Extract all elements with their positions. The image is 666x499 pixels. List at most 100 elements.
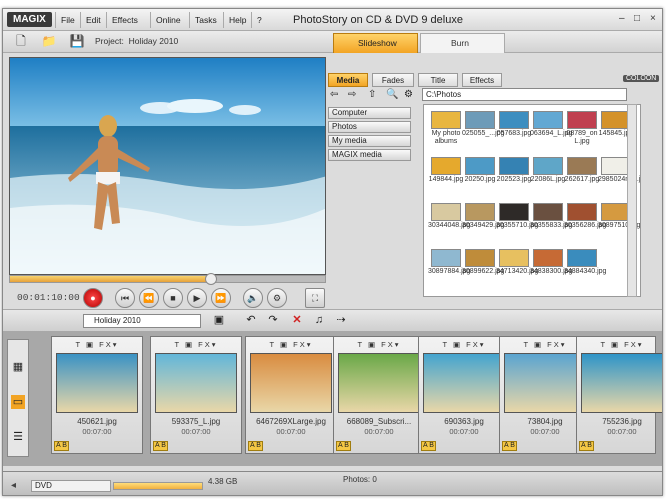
file-thumbnail[interactable]: 057683.jpg	[496, 111, 532, 138]
file-thumbnail[interactable]: My photo albums	[428, 111, 464, 146]
path-field[interactable]: C:\Photos	[422, 88, 627, 101]
fullscreen-button[interactable]: ⛶	[305, 288, 325, 308]
storyboard-view-icon[interactable]: ▦	[11, 360, 25, 374]
audio-icon[interactable]: ♫	[311, 313, 327, 328]
up-arrow-icon[interactable]: ⇧	[368, 89, 376, 100]
tab-title[interactable]: Title	[418, 73, 458, 87]
delete-icon[interactable]: ✕	[289, 313, 305, 328]
transition-icon[interactable]: A B	[421, 441, 436, 451]
photo-thumbnail	[465, 249, 495, 267]
category-computer[interactable]: Computer	[328, 107, 411, 119]
clip-tools[interactable]: T ▣ FX▾	[419, 338, 509, 351]
volume-button[interactable]: 🔈	[243, 288, 263, 308]
fast-forward-button[interactable]: ⏩	[211, 288, 231, 308]
rewind-button[interactable]: ⏪	[139, 288, 159, 308]
project-select[interactable]: Holiday 2010	[83, 314, 201, 328]
file-thumbnail[interactable]: 20250.jpg	[462, 157, 498, 184]
category-my-media[interactable]: My media	[328, 135, 411, 147]
transition-icon[interactable]: A B	[153, 441, 168, 451]
tab-slideshow[interactable]: Slideshow	[333, 33, 418, 53]
open-folder-icon[interactable]: 📁	[41, 34, 57, 49]
file-thumbnail[interactable]: 30356286.jpg	[564, 203, 606, 230]
tab-burn[interactable]: Burn	[420, 33, 505, 53]
clip-tools[interactable]: T ▣ FX▾	[577, 338, 662, 351]
file-name: 262617.jpg	[564, 176, 600, 183]
file-thumbnail[interactable]: 34884340.jpg	[564, 249, 606, 276]
transition-icon[interactable]: A B	[248, 441, 263, 451]
file-thumbnail[interactable]: 22086L.jpg	[530, 157, 566, 184]
stop-button[interactable]: ■	[163, 288, 183, 308]
timeline-view-icon[interactable]: ▭	[11, 395, 25, 409]
save-icon[interactable]: 💾	[69, 34, 85, 49]
file-thumbnail[interactable]: 30344048.jpg	[428, 203, 470, 230]
storyboard-clip[interactable]: T ▣ FX▾ 755236.jpg 00:07:00 A B	[576, 336, 662, 454]
play-button[interactable]: ▶	[187, 288, 207, 308]
slideshow-icon[interactable]: ▣	[211, 313, 227, 328]
tab-media[interactable]: Media	[328, 73, 368, 87]
options-icon[interactable]: ⚙	[404, 89, 413, 100]
clip-duration: 00:07:00	[276, 427, 306, 436]
new-document-icon[interactable]: 🗋	[13, 34, 29, 49]
tab-burn-label: Burn	[451, 38, 469, 48]
menu-edit[interactable]: Edit	[80, 12, 106, 28]
export-icon[interactable]: ⇢	[333, 313, 349, 328]
category-photos[interactable]: Photos	[328, 121, 411, 133]
transition-icon[interactable]: A B	[579, 441, 594, 451]
clip-tools[interactable]: T ▣ FX▾	[246, 338, 336, 351]
category-magix-media[interactable]: MAGIX media	[328, 149, 411, 161]
settings-button[interactable]: ⚙	[267, 288, 287, 308]
file-thumbnail[interactable]: 025055_...jpg	[462, 111, 504, 138]
redo-icon[interactable]: ↷	[265, 313, 281, 328]
file-grid-scrollbar[interactable]	[627, 104, 637, 297]
clip-tools[interactable]: T ▣ FX▾	[52, 338, 142, 351]
list-view-icon[interactable]: ☰	[11, 430, 25, 444]
seek-bar[interactable]	[9, 273, 326, 285]
tab-fades[interactable]: Fades	[372, 73, 414, 87]
file-thumbnail[interactable]: 30355833.jpg	[530, 203, 572, 230]
storyboard-clip[interactable]: T ▣ FX▾ 690363.jpg 00:07:00 A B	[418, 336, 510, 454]
storyboard-clip[interactable]: T ▣ FX▾ 593375_L.jpg 00:07:00 A B	[150, 336, 242, 454]
clip-tools[interactable]: T ▣ FX▾	[334, 338, 424, 351]
file-thumbnail[interactable]: 30355710.jpg	[496, 203, 538, 230]
storyboard-clip[interactable]: T ▣ FX▾ 6467269XLarge.jpg 00:07:00 A B	[245, 336, 337, 454]
seek-handle[interactable]	[205, 273, 218, 285]
storyboard-clip[interactable]: T ▣ FX▾ 668089_Subscri... 00:07:00 A B	[333, 336, 425, 454]
transition-icon[interactable]: A B	[336, 441, 351, 451]
file-thumbnail[interactable]: 30349429.jpg	[462, 203, 504, 230]
disc-format-select[interactable]: DVD	[31, 480, 111, 492]
search-icon[interactable]: 🔍	[386, 89, 398, 100]
file-name: 22086L.jpg	[530, 176, 566, 183]
menu-online[interactable]: Online	[150, 12, 186, 28]
maximize-icon[interactable]: □	[634, 13, 640, 24]
transition-icon[interactable]: A B	[502, 441, 517, 451]
minimize-icon[interactable]: –	[619, 13, 625, 24]
back-arrow-icon[interactable]: ⇦	[330, 89, 338, 100]
menu-tasks[interactable]: Tasks	[189, 12, 222, 28]
file-thumbnail[interactable]: 30899622.jpg	[462, 249, 504, 276]
tab-effects[interactable]: Effects	[462, 73, 502, 87]
view-mode-tabs: ▦ ▭ ☰	[7, 339, 29, 457]
file-thumbnail[interactable]: 149844.jpg	[428, 157, 464, 184]
menu-effects[interactable]: Effects	[106, 12, 143, 28]
scroll-left-icon[interactable]: ◂	[11, 480, 16, 491]
storyboard-clip[interactable]: T ▣ FX▾ 450621.jpg 00:07:00 A B	[51, 336, 143, 454]
skip-back-button[interactable]: ⏮	[115, 288, 135, 308]
menu-help[interactable]: Help	[223, 12, 251, 28]
file-name: 34838300.jpg	[530, 268, 573, 275]
file-thumbnail[interactable]: 262617.jpg	[564, 157, 600, 184]
undo-icon[interactable]: ↶	[243, 313, 259, 328]
file-name: My photo albums	[431, 130, 461, 145]
file-thumbnail[interactable]: 08789_on L.jpg	[564, 111, 600, 146]
capacity-bar	[113, 482, 203, 490]
file-thumbnail[interactable]: 30897884.jpg	[428, 249, 470, 276]
file-thumbnail[interactable]: 063694_L.jpg	[530, 111, 572, 138]
transition-icon[interactable]: A B	[54, 441, 69, 451]
clip-tools[interactable]: T ▣ FX▾	[151, 338, 241, 351]
close-icon[interactable]: ×	[650, 13, 656, 24]
record-button[interactable]: ●	[83, 288, 103, 308]
forward-arrow-icon[interactable]: ⇨	[348, 89, 356, 100]
menu-file[interactable]: File	[55, 12, 80, 28]
file-thumbnail[interactable]: 34838300.jpg	[530, 249, 573, 276]
file-thumbnail[interactable]: 34713420.jpg	[496, 249, 538, 276]
file-thumbnail[interactable]: 202523.jpg	[496, 157, 532, 184]
